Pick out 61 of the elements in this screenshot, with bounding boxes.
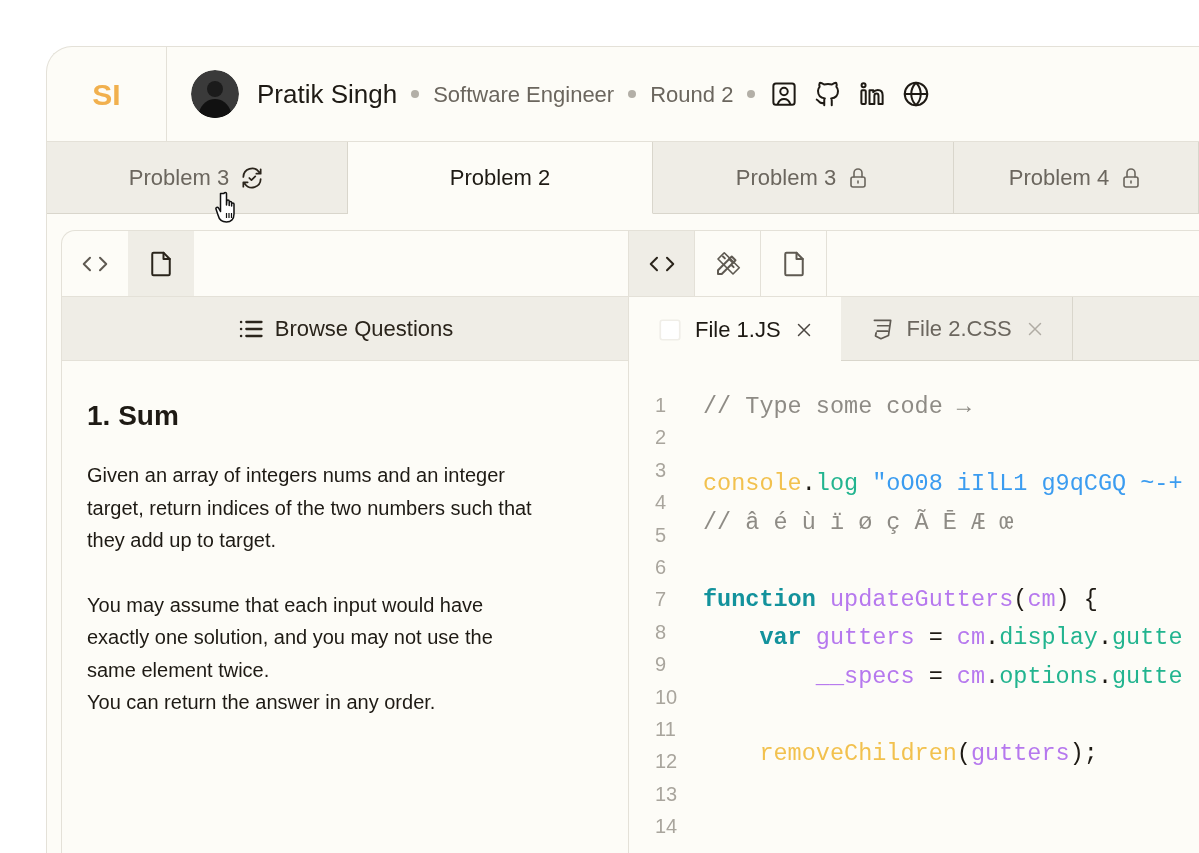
code-token: = <box>927 624 944 651</box>
description-text: You can return the answer in any order. <box>87 690 437 715</box>
detail-text: Round 2 <box>650 80 734 109</box>
line-number: 2 <box>655 425 668 451</box>
code-token: cm <box>956 624 986 651</box>
code-token: . <box>985 662 1000 690</box>
code-token: // â é ù ï ø ç Ã Ē Æ œ <box>703 508 1014 536</box>
line-number: 9 <box>655 652 668 678</box>
code-token: ( <box>1013 585 1028 613</box>
avatar <box>191 70 239 118</box>
browse-questions-button[interactable]: Browse Questions <box>62 297 628 361</box>
code-token: __specs <box>814 662 915 690</box>
code-token: ( <box>956 739 971 767</box>
code-token: . <box>1097 624 1112 651</box>
user-name: Pratik Singh <box>257 77 398 111</box>
separator-dot <box>411 90 420 98</box>
line-number: 1 <box>655 393 668 418</box>
code-token: = <box>927 662 944 690</box>
code-token: gutte <box>1112 662 1183 690</box>
line-number: 3 <box>655 457 668 483</box>
code-token: function <box>703 585 816 613</box>
code-token: updateGutters <box>828 585 1014 613</box>
line-number: 13 <box>655 781 679 807</box>
code-token: "oO08 iIlL1 g9qCGQ ~-+ <box>871 470 1183 497</box>
code-token: var <box>758 624 802 651</box>
code-token: . <box>801 470 816 497</box>
line-number: 7 <box>655 587 668 613</box>
code-token: ); <box>1069 739 1098 767</box>
code-token: log <box>815 470 859 497</box>
code-token: gutters <box>814 624 915 651</box>
code-token: . <box>985 624 1000 651</box>
code-token: // Type some code → <box>703 393 971 420</box>
problem-tab[interactable]: Problem 3 <box>653 142 954 214</box>
line-number: 8 <box>655 619 668 645</box>
description-text: Given an array of integers nums and an integer target, return indices of the two numbers such that they add up to target. <box>87 463 533 553</box>
description-text: You may assume that each input would have exactly one solution, and you may not use the same element twice. <box>87 592 494 683</box>
code-token: removeChildren <box>758 739 957 767</box>
detail-text: Software Engineer <box>433 80 615 109</box>
code-token: options <box>999 662 1098 690</box>
code-token: cm <box>1027 585 1056 613</box>
code-token: . <box>1097 662 1112 690</box>
line-number: 14 <box>655 814 679 840</box>
problem-tab[interactable]: Problem 4 <box>954 142 1199 214</box>
code-token: gutte <box>1112 624 1183 651</box>
code-token: gutters <box>970 739 1070 767</box>
code-token: ) { <box>1055 585 1098 613</box>
separator-dot <box>747 90 756 98</box>
line-number: 5 <box>655 522 668 548</box>
separator-dot <box>628 90 637 98</box>
line-number: 6 <box>655 555 668 581</box>
line-number: 10 <box>655 684 679 710</box>
line-number: 12 <box>655 749 679 775</box>
code-token: display <box>999 624 1098 651</box>
question-title: 1. Sum <box>87 399 180 433</box>
code-token: cm <box>956 662 986 690</box>
file-tool-button[interactable] <box>128 231 194 296</box>
file-tab[interactable]: File 1.JS <box>629 297 841 362</box>
logo: SI <box>47 47 167 141</box>
line-number: 4 <box>655 490 668 516</box>
line-number: 11 <box>655 717 677 743</box>
code-token: console <box>703 470 802 497</box>
